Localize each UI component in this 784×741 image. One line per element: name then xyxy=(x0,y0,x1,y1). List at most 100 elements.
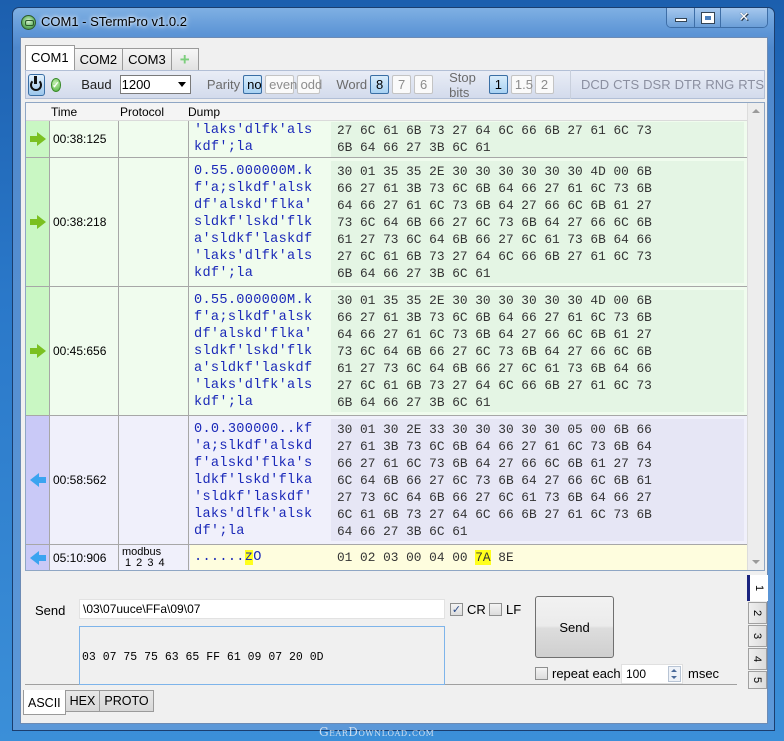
vertical-scrollbar[interactable] xyxy=(747,103,764,570)
tab-hex[interactable]: HEX xyxy=(64,690,101,712)
received-arrow-icon xyxy=(29,551,46,565)
table-row[interactable]: 00:45:656 0.55.000000M.k f'a;slkdf'alsk … xyxy=(26,287,748,416)
window-controls: ✕ xyxy=(666,8,768,28)
protocol-cell xyxy=(119,287,189,415)
protocol-cell: modbus 1 2 3 4 xyxy=(119,545,189,570)
word-label: Word xyxy=(336,77,368,92)
grid-rows: 00:38:125 'laks'dlfk'als kdf';la 27 6C 6… xyxy=(26,121,748,570)
ascii-dump: ......zO xyxy=(194,549,262,566)
direction-cell xyxy=(26,121,50,157)
send-button[interactable]: Send xyxy=(535,596,614,658)
slot-tab-4[interactable]: 4 xyxy=(748,648,767,670)
power-button[interactable] xyxy=(28,73,45,96)
spin-arrows-icon[interactable] xyxy=(668,666,681,682)
power-icon xyxy=(30,75,43,91)
sent-arrow-icon xyxy=(29,215,46,229)
table-row[interactable]: 00:38:218 0.55.000000M.k f'a;slkdf'alsk … xyxy=(26,158,748,287)
send-slot-tabs: 1 2 3 4 5 xyxy=(745,574,768,689)
signal-dtr[interactable]: DTR xyxy=(675,77,702,92)
ascii-post: O xyxy=(253,550,262,565)
baud-rate-value: 1200 xyxy=(121,77,151,92)
slot-tab-2[interactable]: 2 xyxy=(748,602,767,624)
ascii-highlight: z xyxy=(244,550,254,565)
line-signals: DCD CTS DSR DTR RNG RTS xyxy=(570,70,764,99)
send-input[interactable]: \03\07uuce\FFa\09\07 xyxy=(79,599,445,619)
parity-even-toggle[interactable]: even xyxy=(265,75,297,94)
tab-com2[interactable]: COM2 xyxy=(73,48,124,70)
cr-checkbox[interactable]: ✓ xyxy=(450,603,463,616)
tab-com3[interactable]: COM3 xyxy=(122,48,172,70)
stop-bits-2-toggle[interactable]: 2 xyxy=(535,75,554,94)
table-row[interactable]: 00:58:562 0.0.300000..kf 'a;slkdf'alskd … xyxy=(26,416,748,545)
maximize-icon xyxy=(700,11,715,24)
protocol-details: 1 2 3 4 xyxy=(125,557,166,569)
chevron-down-icon xyxy=(177,82,186,87)
watermark: GearDownload.com xyxy=(319,725,435,739)
close-button[interactable]: ✕ xyxy=(721,8,767,27)
close-icon: ✕ xyxy=(738,10,750,25)
port-tabs: COM1 COM2 COM3 + xyxy=(25,44,199,70)
send-label: Send xyxy=(35,603,66,618)
slot-tab-3[interactable]: 3 xyxy=(748,625,767,647)
time-cell: 00:45:656 xyxy=(50,287,119,415)
hex-post: 8E xyxy=(490,550,514,565)
hex-highlight: 7A xyxy=(475,550,491,565)
signal-dcd: DCD xyxy=(581,77,610,92)
parity-no-toggle[interactable]: no xyxy=(243,75,263,94)
protocol-cell xyxy=(119,158,189,286)
ascii-dump: 0.55.000000M.k f'a;slkdf'alsk df'alskd'f… xyxy=(194,293,313,410)
signal-rng: RNG xyxy=(705,77,735,92)
hex-preview: 03 07 75 75 63 65 FF 61 09 07 20 0D xyxy=(79,626,445,685)
sent-arrow-icon xyxy=(29,132,46,146)
tab-proto[interactable]: PROTO xyxy=(99,690,154,712)
word-8-toggle[interactable]: 8 xyxy=(370,75,390,94)
word-7-toggle[interactable]: 7 xyxy=(392,75,412,94)
lf-label: LF xyxy=(506,602,522,617)
direction-cell xyxy=(26,158,50,286)
tab-ascii[interactable]: ASCII xyxy=(23,690,66,715)
hex-dump: 30 01 35 35 2E 30 30 30 30 30 30 4D 00 6… xyxy=(331,290,744,412)
app-icon xyxy=(21,15,36,30)
baud-label: Baud xyxy=(81,77,112,92)
tab-com1[interactable]: COM1 xyxy=(25,45,75,70)
ascii-dump: 0.55.000000M.k f'a;slkdf'alsk df'alskd'f… xyxy=(194,164,313,281)
repeat-unit-label: msec xyxy=(688,666,720,681)
maximize-button[interactable] xyxy=(695,8,721,27)
repeat-interval-stepper[interactable]: 100 xyxy=(621,664,683,684)
connected-check-icon: ✓ xyxy=(50,77,62,92)
stop-bits-1.5-toggle[interactable]: 1.5 xyxy=(510,75,533,94)
add-icon: + xyxy=(179,50,190,69)
ascii-pre: ...... xyxy=(194,550,245,565)
column-header-dump[interactable]: Dump xyxy=(188,105,220,119)
direction-cell xyxy=(26,416,50,544)
ascii-dump: 'laks'dlfk'als kdf';la xyxy=(194,123,313,155)
lf-checkbox[interactable] xyxy=(489,603,502,616)
traffic-log-grid: Time Protocol Dump 00:38:125 'laks'dlfk'… xyxy=(25,102,765,571)
baud-rate-select[interactable]: 1200 xyxy=(119,75,191,94)
column-header-time[interactable]: Time xyxy=(51,105,77,119)
column-header-protocol[interactable]: Protocol xyxy=(120,105,164,119)
signal-rts[interactable]: RTS xyxy=(738,77,764,92)
title-bar[interactable]: COM1 - STermPro v1.0.2 ✕ xyxy=(13,8,774,38)
add-port-tab-button[interactable]: + xyxy=(170,48,199,70)
stop-bits-1-toggle[interactable]: 1 xyxy=(488,75,508,94)
app-window: COM1 - STermPro v1.0.2 ✕ COM1 COM2 COM3 … xyxy=(12,7,775,731)
table-row[interactable]: 00:38:125 'laks'dlfk'als kdf';la 27 6C 6… xyxy=(26,121,748,158)
word-6-toggle[interactable]: 6 xyxy=(414,75,434,94)
parity-odd-toggle[interactable]: odd xyxy=(296,75,322,94)
repeat-checkbox[interactable] xyxy=(535,667,548,680)
hex-dump: 27 6C 61 6B 73 27 64 6C 66 6B 27 61 6C 7… xyxy=(331,122,744,157)
highlighted-dump-cell: ......zO 01 02 03 00 04 00 7A 8E xyxy=(190,545,748,570)
protocol-cell xyxy=(119,416,189,544)
slot-tab-1[interactable]: 1 xyxy=(747,575,768,601)
scroll-down-icon[interactable] xyxy=(752,560,760,564)
direction-cell xyxy=(26,287,50,415)
window-title: COM1 - STermPro v1.0.2 xyxy=(41,14,187,29)
signal-cts: CTS xyxy=(613,77,640,92)
repeat-interval-value: 100 xyxy=(626,667,647,681)
received-arrow-icon xyxy=(29,473,46,487)
minimize-button[interactable] xyxy=(667,8,695,27)
table-row[interactable]: 05:10:906 modbus 1 2 3 4 ......zO 01 02 … xyxy=(26,545,748,570)
slot-tab-5[interactable]: 5 xyxy=(748,671,767,689)
scroll-up-icon[interactable] xyxy=(752,109,760,113)
